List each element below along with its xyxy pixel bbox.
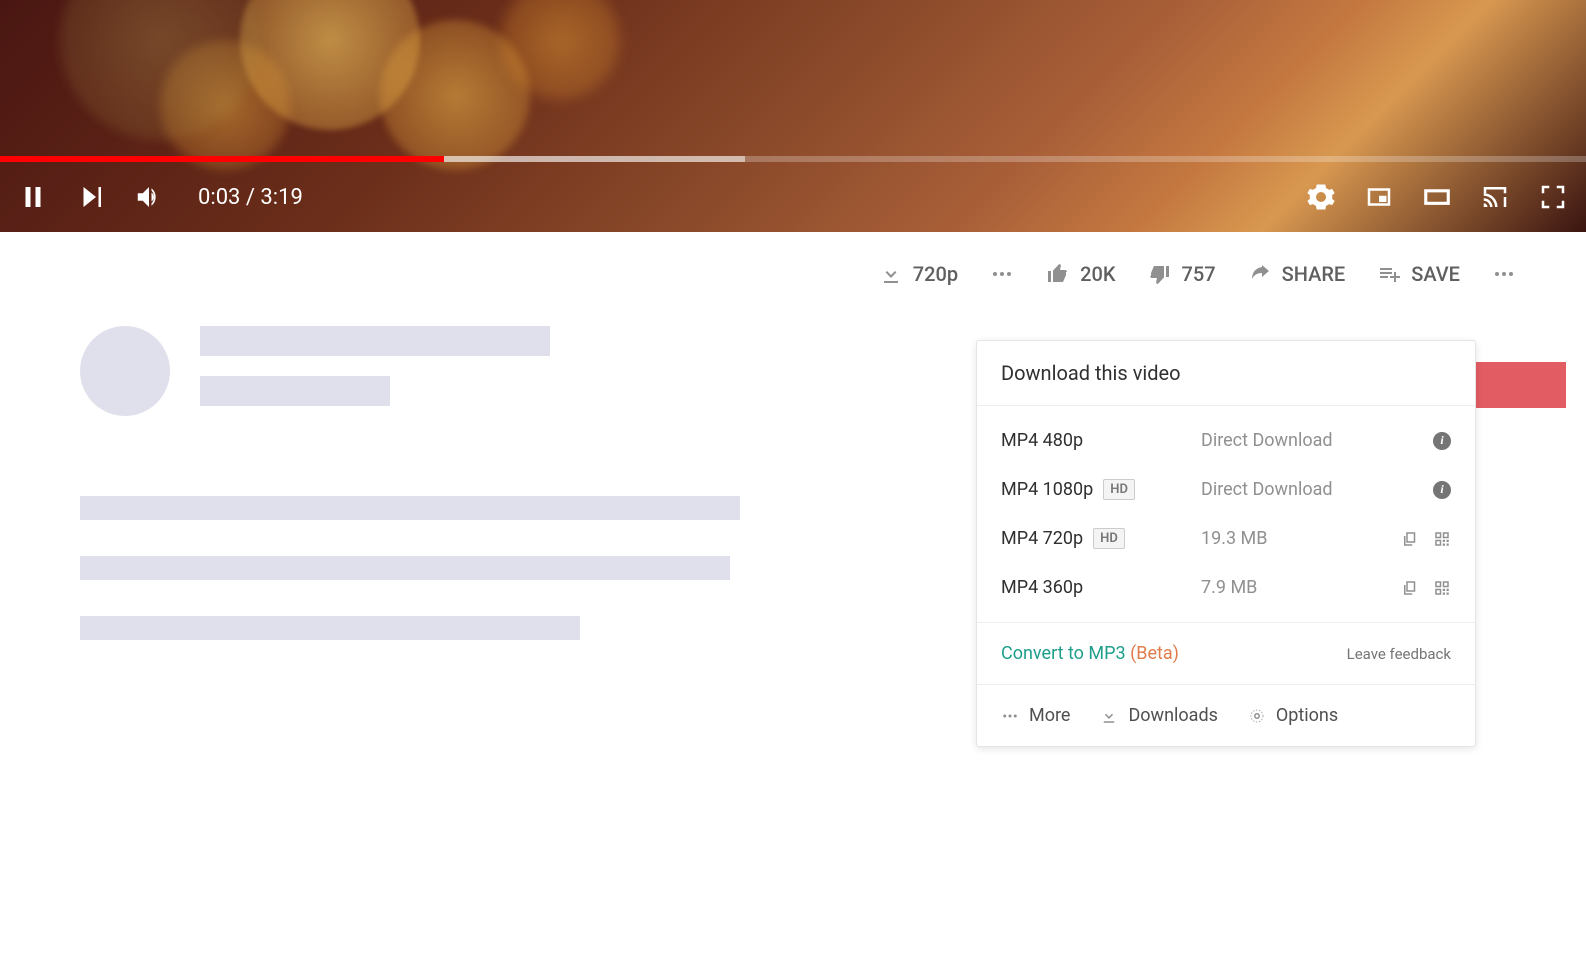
download-option-row[interactable]: MP4 480pDirect Downloadi: [1001, 416, 1451, 465]
convert-label: Convert to MP3: [1001, 643, 1126, 664]
settings-icon[interactable]: [1306, 182, 1336, 212]
theater-icon[interactable]: [1422, 182, 1452, 212]
download-icon: [1100, 707, 1118, 725]
popup-body: MP4 480pDirect DownloadiMP4 1080pHDDirec…: [977, 406, 1475, 622]
hd-badge: HD: [1093, 528, 1125, 549]
cast-icon[interactable]: [1480, 182, 1510, 212]
hd-badge: HD: [1103, 479, 1135, 500]
info-icon[interactable]: i: [1433, 481, 1451, 499]
next-icon[interactable]: [76, 182, 106, 212]
options-gear-icon: [1248, 707, 1266, 725]
miniplayer-icon[interactable]: [1364, 182, 1394, 212]
dislike-button[interactable]: 757: [1147, 262, 1215, 286]
footer-more-button[interactable]: More: [1001, 705, 1070, 726]
footer-downloads-label: Downloads: [1128, 705, 1217, 726]
controls-right: [1306, 182, 1568, 212]
download-row-icons: [1401, 530, 1451, 548]
footer-more-label: More: [1029, 705, 1070, 726]
playlist-add-icon: [1377, 262, 1401, 286]
download-meta: 19.3 MB: [1201, 528, 1401, 549]
placeholder-line: [80, 496, 740, 520]
share-button[interactable]: SHARE: [1248, 262, 1346, 286]
download-option-row[interactable]: MP4 1080pHDDirect Downloadi: [1001, 465, 1451, 514]
save-label: SAVE: [1411, 262, 1460, 286]
qr-icon[interactable]: [1433, 530, 1451, 548]
save-button[interactable]: SAVE: [1377, 262, 1460, 286]
share-label: SHARE: [1282, 262, 1346, 286]
video-player[interactable]: 0:03 / 3:19: [0, 0, 1586, 232]
fullscreen-icon[interactable]: [1538, 182, 1568, 212]
info-icon[interactable]: i: [1433, 432, 1451, 450]
more-dots-icon[interactable]: [990, 262, 1014, 286]
footer-downloads-button[interactable]: Downloads: [1100, 705, 1217, 726]
placeholder-line: [80, 556, 730, 580]
download-format: MP4 1080pHD: [1001, 479, 1201, 500]
copy-icon[interactable]: [1401, 579, 1419, 597]
beta-label: (Beta): [1130, 643, 1179, 664]
dislike-count: 757: [1181, 262, 1215, 286]
footer-options-button[interactable]: Options: [1248, 705, 1338, 726]
overflow-dots-icon[interactable]: [1492, 262, 1516, 286]
download-option-row[interactable]: MP4 720pHD19.3 MB: [1001, 514, 1451, 563]
copy-icon[interactable]: [1401, 530, 1419, 548]
download-option-row[interactable]: MP4 360p7.9 MB: [1001, 563, 1451, 612]
placeholder-line: [200, 326, 550, 356]
download-meta: Direct Download: [1201, 479, 1433, 500]
placeholder-line: [80, 616, 580, 640]
action-row: 720p 20K 757 SHARE SAVE: [20, 262, 1566, 286]
download-quality-label: 720p: [913, 262, 958, 286]
channel-avatar-placeholder: [80, 326, 170, 416]
leave-feedback-link[interactable]: Leave feedback: [1347, 645, 1451, 663]
popup-title: Download this video: [977, 341, 1475, 406]
like-count: 20K: [1080, 262, 1115, 286]
download-format: MP4 720pHD: [1001, 528, 1201, 549]
player-controls: 0:03 / 3:19: [0, 162, 1586, 232]
placeholder-line: [200, 376, 390, 406]
thumbs-up-icon: [1046, 262, 1070, 286]
volume-icon[interactable]: [134, 182, 164, 212]
channel-text-placeholder: [200, 326, 550, 406]
share-icon: [1248, 262, 1272, 286]
download-meta: 7.9 MB: [1201, 577, 1401, 598]
convert-mp3-button[interactable]: Convert to MP3 (Beta): [1001, 643, 1179, 664]
footer-options-label: Options: [1276, 705, 1338, 726]
dots-icon: [1001, 707, 1019, 725]
download-icon: [879, 262, 903, 286]
like-button[interactable]: 20K: [1046, 262, 1115, 286]
download-row-icons: i: [1433, 481, 1451, 499]
time-total: 3:19: [260, 185, 302, 210]
popup-mid: Convert to MP3 (Beta) Leave feedback: [977, 622, 1475, 685]
time-display: 0:03 / 3:19: [198, 185, 303, 210]
download-format: MP4 480p: [1001, 430, 1201, 451]
download-meta: Direct Download: [1201, 430, 1433, 451]
pause-icon[interactable]: [18, 182, 48, 212]
popup-footer: More Downloads Options: [977, 685, 1475, 746]
download-format: MP4 360p: [1001, 577, 1201, 598]
thumbs-down-icon: [1147, 262, 1171, 286]
time-current: 0:03: [198, 185, 240, 210]
download-quality-button[interactable]: 720p: [879, 262, 958, 286]
controls-left: 0:03 / 3:19: [18, 182, 303, 212]
qr-icon[interactable]: [1433, 579, 1451, 597]
download-row-icons: [1401, 579, 1451, 597]
download-popup: Download this video MP4 480pDirect Downl…: [976, 340, 1476, 747]
download-row-icons: i: [1433, 432, 1451, 450]
